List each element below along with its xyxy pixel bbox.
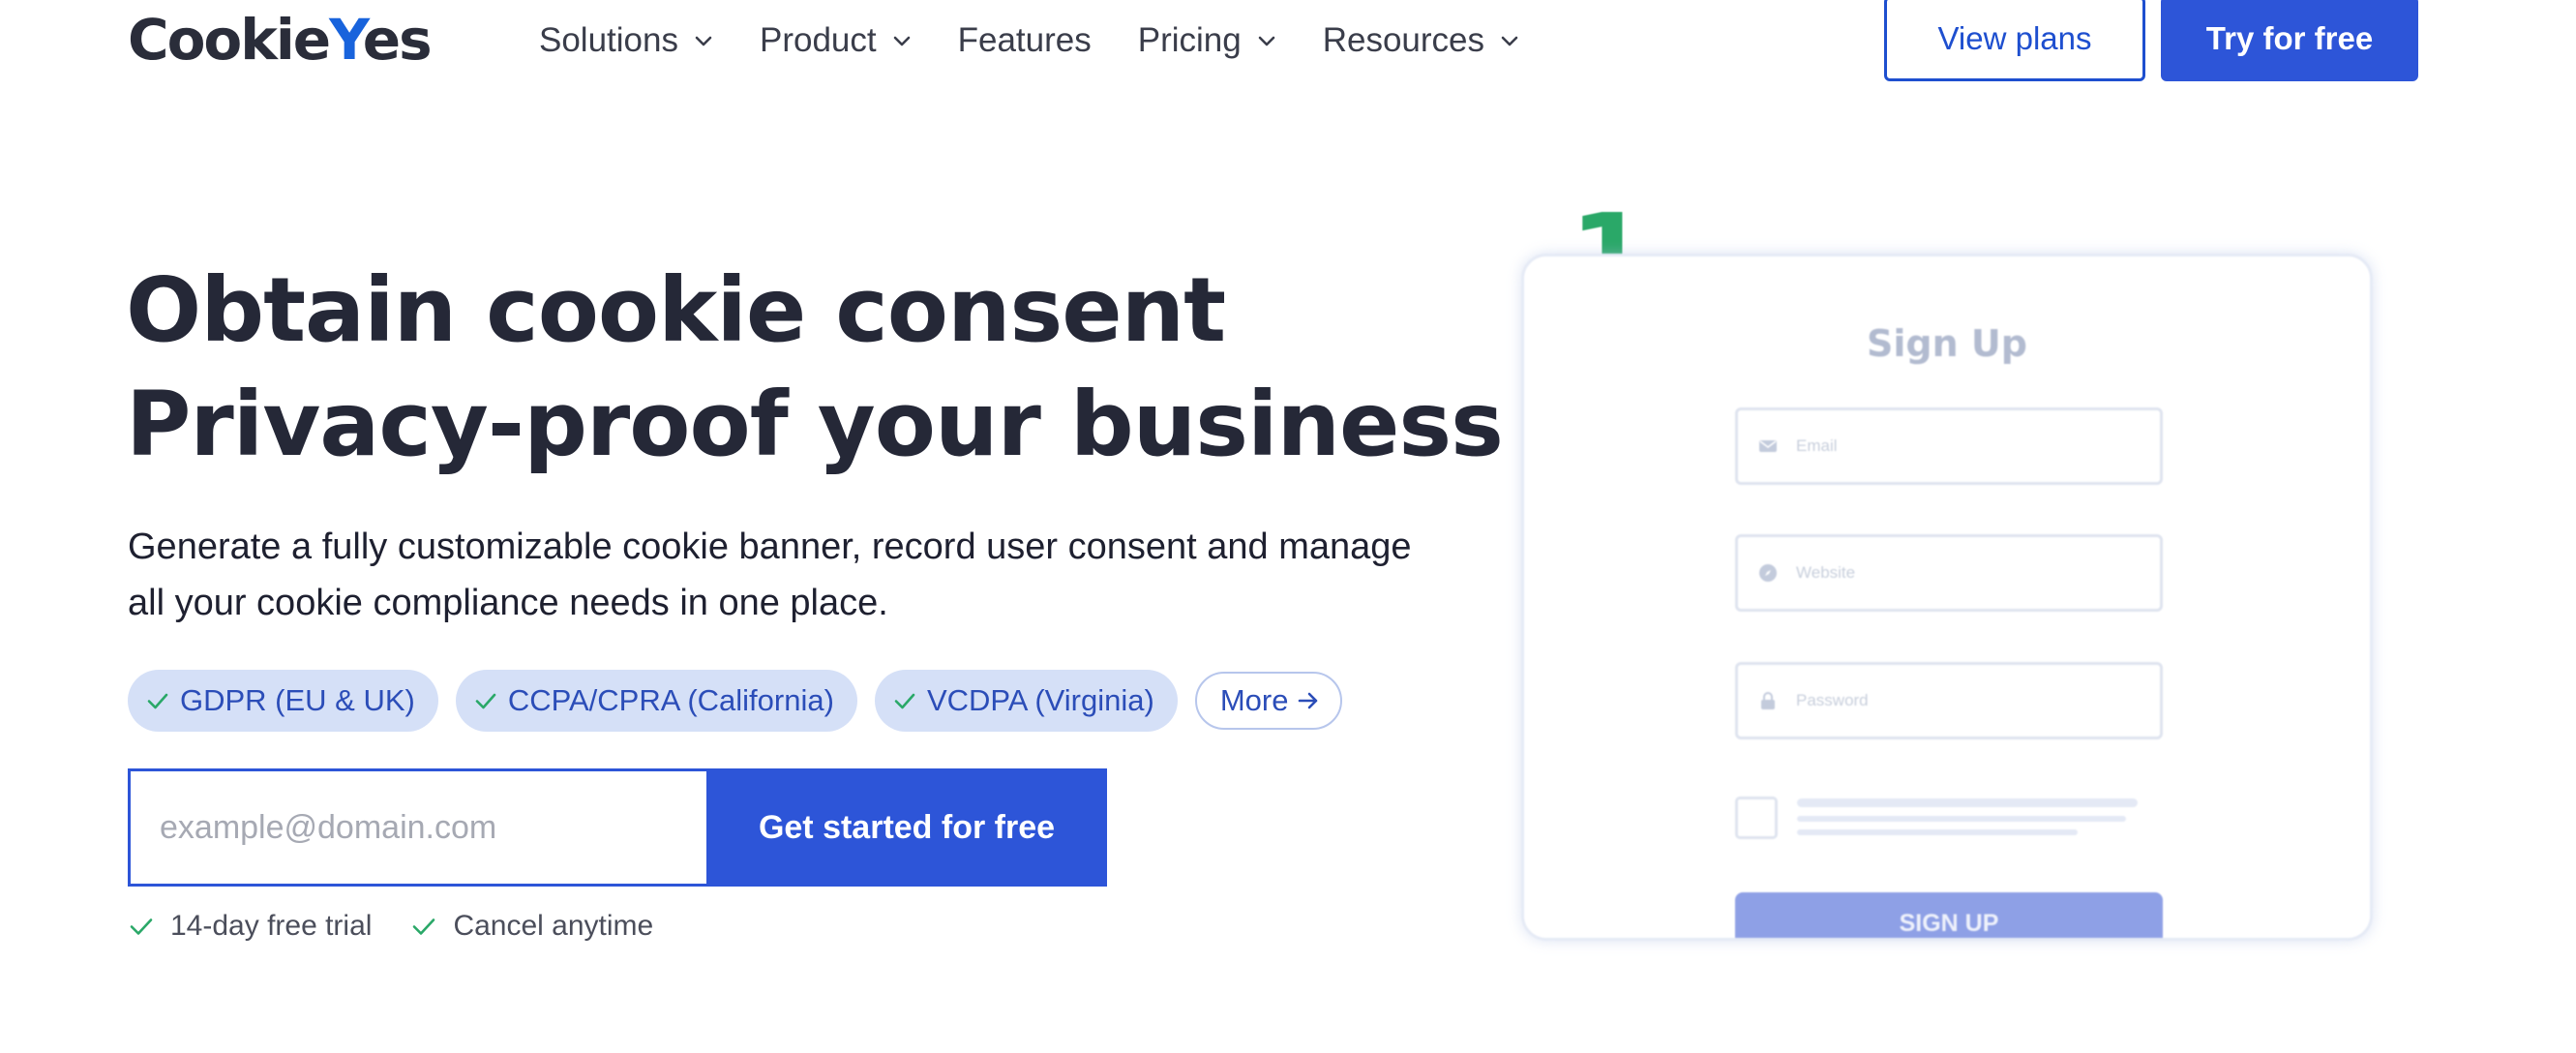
chevron-down-icon: [1501, 36, 1518, 46]
badge-label: CCPA/CPRA (California): [507, 683, 834, 717]
get-started-button[interactable]: Get started for free: [706, 768, 1107, 887]
hero-subtext: Generate a fully customizable cookie ban…: [128, 526, 1412, 623]
headline-line-1: Obtain cookie consent: [126, 258, 1226, 362]
nav-item-label: Product: [759, 21, 877, 59]
nav-item-resources[interactable]: Resources: [1323, 21, 1519, 60]
regulation-badges: GDPR (EU & UK) CCPA/CPRA (California) VC…: [128, 670, 1343, 732]
compass-icon: [1759, 564, 1777, 582]
try-for-free-button[interactable]: Try for free: [2161, 0, 2418, 81]
badge-gdpr[interactable]: GDPR (EU & UK): [128, 670, 438, 732]
mock-field-placeholder: Email: [1796, 436, 1838, 455]
mock-field-placeholder: Website: [1796, 563, 1856, 582]
chevron-down-icon: [1258, 36, 1275, 46]
perk-label: 14-day free trial: [170, 910, 373, 942]
headline-line-2: Privacy-proof your business: [126, 373, 1504, 476]
check-icon: [147, 693, 168, 709]
main-navigation: Solutions Product Features Pricing Resou…: [539, 14, 1566, 68]
mock-text-line: [1797, 816, 2126, 822]
nav-item-label: Features: [957, 21, 1092, 59]
chevron-down-icon: [893, 36, 910, 46]
more-regulations-button[interactable]: More: [1194, 672, 1343, 730]
check-icon: [475, 693, 496, 709]
perks-list: 14-day free trial Cancel anytime: [128, 910, 692, 943]
lock-icon: [1761, 692, 1775, 709]
mock-text-line: [1797, 798, 2138, 807]
nav-item-pricing[interactable]: Pricing: [1138, 21, 1276, 60]
envelope-icon: [1759, 440, 1777, 452]
check-icon: [894, 693, 915, 709]
more-label: More: [1219, 683, 1289, 717]
perk-item: Cancel anytime: [410, 910, 653, 943]
cookieyes-logo[interactable]: CookieYes: [128, 7, 433, 73]
hero-headline: Obtain cookie consent Privacy-proof your…: [126, 254, 1504, 482]
mock-field-placeholder: Password: [1796, 691, 1869, 709]
nav-item-label: Pricing: [1137, 21, 1242, 59]
badge-ccpa[interactable]: CCPA/CPRA (California): [455, 670, 857, 732]
perk-label: Cancel anytime: [453, 910, 654, 942]
mock-email-field: Email: [1735, 407, 2163, 485]
perk-item: 14-day free trial: [128, 910, 372, 943]
badge-label: GDPR (EU & UK): [180, 683, 415, 717]
mock-password-field: Password: [1735, 662, 2163, 739]
check-icon: [130, 918, 153, 935]
check-icon: [413, 918, 435, 935]
signup-card-title: Sign Up: [1867, 322, 2027, 365]
nav-item-label: Solutions: [539, 21, 678, 59]
chevron-down-icon: [695, 36, 712, 46]
signup-card-mockup: Sign Up Email Website Password SIGN UP: [1521, 254, 2373, 941]
view-plans-button[interactable]: View plans: [1884, 0, 2145, 81]
logo-text-accent: Y: [329, 7, 365, 73]
nav-item-features[interactable]: Features: [958, 21, 1092, 60]
badge-vcdpa[interactable]: VCDPA (Virginia): [874, 670, 1178, 732]
mock-website-field: Website: [1735, 534, 2163, 612]
logo-text-suffix: es: [362, 7, 433, 73]
nav-item-label: Resources: [1322, 21, 1485, 59]
mock-signup-button: SIGN UP: [1735, 892, 2163, 938]
mock-terms-checkbox: [1735, 797, 1778, 839]
nav-item-product[interactable]: Product: [760, 21, 912, 60]
email-input[interactable]: [128, 768, 708, 887]
nav-item-solutions[interactable]: Solutions: [539, 21, 713, 60]
mock-text-line: [1797, 829, 2078, 835]
logo-text-prefix: Cookie: [128, 7, 331, 73]
arrow-right-icon: [1299, 692, 1318, 709]
badge-label: VCDPA (Virginia): [926, 683, 1154, 717]
